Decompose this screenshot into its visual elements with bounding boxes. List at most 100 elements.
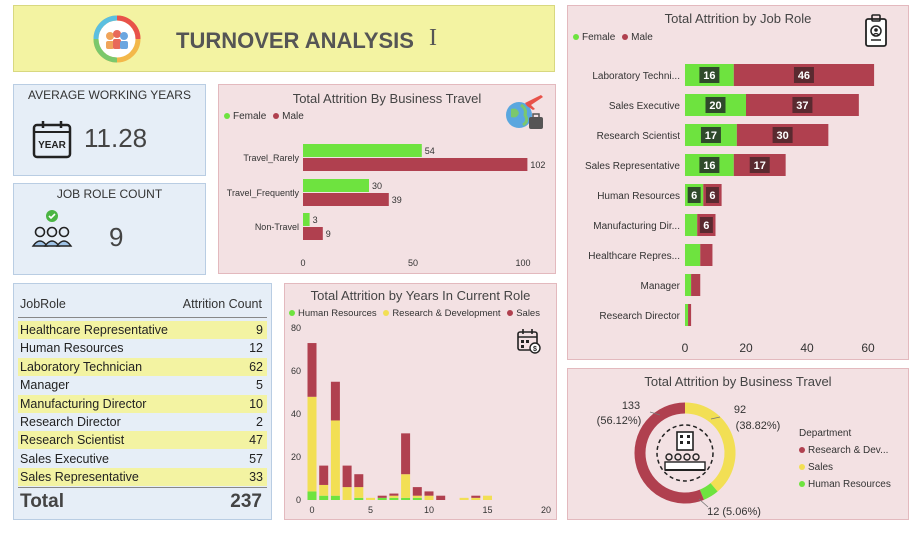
table-cell-role: Research Scientist [20,433,125,448]
data-label: 6 [709,190,715,202]
job-role-table: JobRole Attrition Count Healthcare Repre… [13,283,272,520]
y-tick-label: 80 [291,323,301,333]
table-cell-count: 62 [249,359,263,374]
category-label: Laboratory Techni... [592,71,680,82]
category-label: Human Resources [597,191,680,202]
legend-item: Human Resources [799,476,891,493]
table-total-line [18,487,267,488]
calendar-year-icon: YEAR [32,121,72,159]
table-row[interactable]: Sales Executive 57 [18,450,267,468]
bar-female [685,214,698,236]
bar-female [303,179,369,192]
data-label: 30 [776,130,788,142]
category-label: Manufacturing Dir... [593,221,680,232]
team-icon [93,15,141,63]
data-label: 16 [703,160,715,172]
y-tick-label: 20 [291,452,301,462]
x-tick-label: 20 [541,505,551,515]
page-title: TURNOVER ANALYSIS [176,28,414,53]
bar-segment [330,420,340,496]
table-row[interactable]: Laboratory Technician 62 [18,357,267,376]
bar-female [303,213,310,226]
slice-pct: (38.82%) [736,420,781,432]
bar-segment [354,487,364,498]
category-label: Sales Executive [609,101,681,112]
bar-male [691,274,701,296]
svg-text:YEAR: YEAR [38,140,67,151]
avg-working-years-card: AVERAGE WORKING YEARS YEAR 11.28 [13,84,206,176]
slice-pct: (56.12%) [597,415,642,427]
table-row[interactable]: Manufacturing Director 10 [18,394,267,413]
data-label: 6 [703,220,709,232]
data-label: 46 [798,70,810,82]
data-label: 20 [709,100,721,112]
table-row[interactable]: Human Resources 12 [18,339,267,357]
x-tick-label: 100 [515,258,530,268]
y-tick-label: 40 [291,409,301,419]
table-row[interactable]: Research Scientist 47 [18,431,267,450]
table-row[interactable]: Manager 5 [18,376,267,394]
table-cell-role: Laboratory Technician [20,359,143,374]
table-cell-role: Manufacturing Director [20,396,147,411]
job-role-panel: Total Attrition by Job Role Female Male … [567,5,909,360]
category-label: Research Director [599,311,680,322]
data-label: 17 [754,160,766,172]
table-cell-count: 2 [256,415,263,429]
table-cell-role: Healthcare Representative [20,323,168,337]
table-cell-role: Human Resources [20,341,124,356]
x-tick-label: 50 [408,258,418,268]
bar-segment [354,497,364,500]
header-banner: TURNOVER ANALYSIS I [13,5,555,72]
bar-female [685,244,701,266]
cursor-glyph: I [429,25,437,51]
bar-segment [401,474,411,498]
bar-segment [366,497,375,500]
x-tick-label: 10 [424,505,434,515]
bar-female [303,144,422,157]
bar-segment [319,484,329,496]
bar-segment [483,495,492,500]
x-tick-label: 0 [300,258,305,268]
table-cell-count: 47 [249,433,263,448]
job-role-count-card: JOB ROLE COUNT 9 [13,183,206,275]
bar-segment [307,343,317,397]
data-label: 102 [530,160,545,170]
x-tick-label: 60 [861,341,875,355]
table-row[interactable]: Healthcare Representative 9 [18,321,267,339]
table-row[interactable]: Sales Representative 33 [18,468,267,487]
table-cell-role: Research Director [20,415,121,429]
bar-segment [342,487,352,500]
bar-segment [436,495,446,500]
bar-segment [319,495,329,500]
card-label: JOB ROLE COUNT [56,187,163,201]
bar-segment [377,495,387,498]
table-cell-count: 10 [249,396,263,411]
category-label: Non-Travel [255,222,299,232]
legend-title: Department [799,428,852,439]
table-cell-count: 5 [256,378,263,393]
bar-segment [319,465,329,485]
bar-segment [424,491,434,496]
x-tick-label: 0 [682,341,689,355]
data-label: 17 [705,130,717,142]
x-tick-label: 40 [800,341,814,355]
data-label: 16 [703,70,715,82]
travel-bar-panel: Total Attrition By Business Travel Femal… [218,84,556,274]
avg-years-value: 11.28 [84,123,148,153]
table-cell-count: 33 [249,470,263,485]
bar-segment [330,495,340,500]
donut-slice [699,483,718,500]
table-cell-role: Manager [20,378,70,393]
bar-segment [412,495,422,498]
x-tick-label: 20 [739,341,753,355]
table-header-line [18,317,267,318]
bar-male [303,193,389,206]
bar-segment [459,497,469,500]
table-row[interactable]: Research Director 2 [18,413,267,431]
bar-male [303,227,323,240]
bar-female [685,304,689,326]
category-label: Manager [641,281,681,292]
table-cell-role: Sales Representative [20,470,139,485]
bar-segment [354,474,364,488]
data-label: 54 [425,146,435,156]
